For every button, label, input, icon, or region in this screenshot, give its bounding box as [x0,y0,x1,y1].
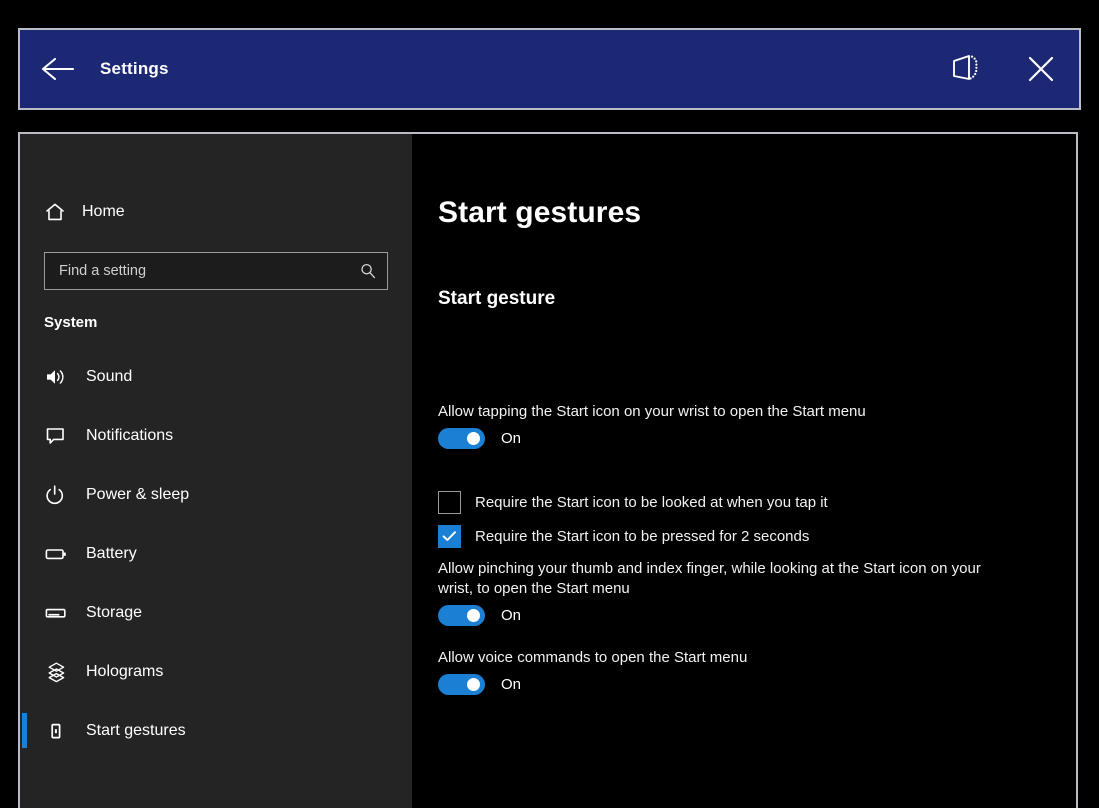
search-icon[interactable] [359,262,377,280]
hologram-place-icon [947,52,983,86]
selection-indicator [22,713,27,748]
title-bar: Settings [18,28,1081,110]
holograms-icon [44,660,76,684]
toggle-state-label: On [501,607,521,624]
hologram-place-button[interactable] [927,30,1003,108]
sidebar-item-label: Holograms [86,663,163,681]
setting-label: Allow voice commands to open the Start m… [438,648,983,668]
back-button[interactable] [20,30,96,108]
section-title: Start gesture [438,288,1076,310]
notification-bubble-icon [44,425,76,447]
storage-icon [44,602,76,624]
setting-voice-commands: Allow voice commands to open the Start m… [438,648,1076,695]
sidebar: Home System [20,134,412,808]
back-arrow-icon [41,56,75,82]
sidebar-item-battery[interactable]: Battery [20,524,412,583]
speaker-icon [44,366,76,388]
checkbox-require-press-2s[interactable] [438,525,461,548]
setting-pinch-gesture: Allow pinching your thumb and index fing… [438,559,1076,626]
search-box[interactable] [44,252,388,290]
toggle-tap-start-icon[interactable] [438,428,485,449]
toggle-state-label: On [501,430,521,447]
toggle-knob [467,678,480,691]
page-title: Start gestures [438,196,1076,230]
home-label: Home [82,203,125,221]
toggle-row: On [438,674,1076,695]
close-button[interactable] [1003,30,1079,108]
sidebar-item-start-gestures[interactable]: Start gestures [20,701,412,760]
setting-label: Allow tapping the Start icon on your wri… [438,402,983,422]
power-icon [44,484,76,506]
sidebar-item-label: Start gestures [86,722,186,740]
setting-label: Allow pinching your thumb and index fing… [438,559,983,599]
spacer [438,471,1076,491]
start-gestures-icon [44,720,76,742]
sidebar-item-label: Storage [86,604,142,622]
checkbox-label: Require the Start icon to be pressed for… [475,528,809,545]
toggle-row: On [438,605,1076,626]
battery-icon [44,543,76,565]
sidebar-item-notifications[interactable]: Notifications [20,406,412,465]
toggle-knob [467,432,480,445]
content-pane: Start gestures Start gesture Allow tappi… [412,134,1076,808]
sidebar-item-power-sleep[interactable]: Power & sleep [20,465,412,524]
sidebar-item-holograms[interactable]: Holograms [20,642,412,701]
sidebar-group-header: System [20,290,412,331]
setting-require-press-2s[interactable]: Require the Start icon to be pressed for… [438,525,1076,548]
sidebar-item-label: Battery [86,545,137,563]
toggle-pinch-gesture[interactable] [438,605,485,626]
sidebar-item-home[interactable]: Home [20,192,412,232]
toggle-knob [467,609,480,622]
home-icon [44,201,74,223]
sidebar-item-sound[interactable]: Sound [20,347,412,406]
toggle-voice-commands[interactable] [438,674,485,695]
setting-require-look-at[interactable]: Require the Start icon to be looked at w… [438,491,1076,514]
settings-window: Settings [0,0,1099,808]
window-body: Home System [18,132,1078,808]
checkbox-require-look-at[interactable] [438,491,461,514]
toggle-row: On [438,428,1076,449]
check-mark-icon [442,530,457,543]
toggle-state-label: On [501,676,521,693]
setting-tap-start-icon: Allow tapping the Start icon on your wri… [438,402,1076,449]
sidebar-item-label: Notifications [86,427,173,445]
sidebar-item-label: Sound [86,368,132,386]
sidebar-item-label: Power & sleep [86,486,189,504]
window-title: Settings [96,59,927,79]
close-icon [1025,53,1057,85]
search-input[interactable] [57,262,359,280]
checkbox-label: Require the Start icon to be looked at w… [475,494,828,511]
sidebar-item-storage[interactable]: Storage [20,583,412,642]
